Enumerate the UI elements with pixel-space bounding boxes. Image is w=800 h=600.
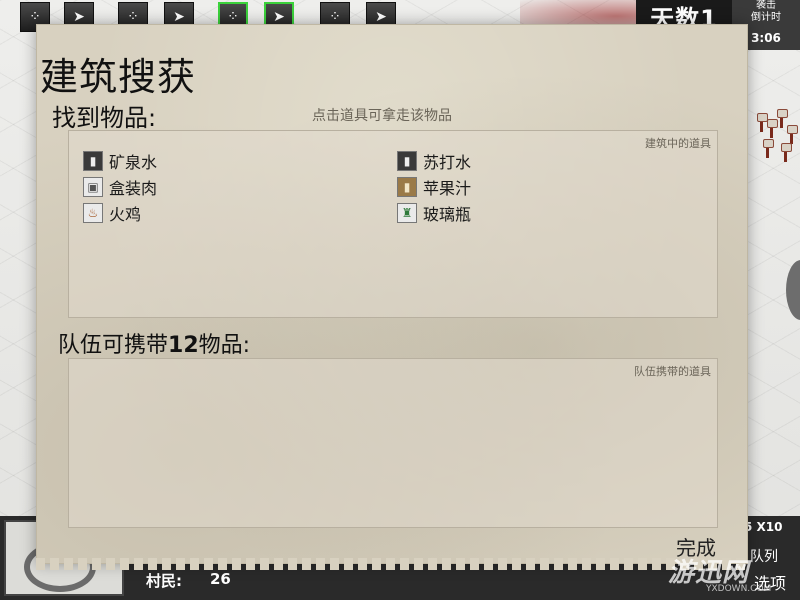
villager-count: 26 xyxy=(210,570,231,588)
team-items-caption: 队伍携带的道具 xyxy=(634,365,711,378)
building-items-caption: 建筑中的道具 xyxy=(645,137,711,150)
loot-item[interactable]: ♜ 玻璃瓶 xyxy=(397,201,471,225)
loot-item[interactable]: ▣ 盒装肉 xyxy=(83,175,157,199)
found-items-label: 找到物品: xyxy=(52,104,157,132)
juice-icon: ▮ xyxy=(397,177,417,197)
carry-count: 12 xyxy=(168,333,199,358)
bottle-icon: ▮ xyxy=(83,151,103,171)
loot-item[interactable]: ♨ 火鸡 xyxy=(83,201,141,225)
item-label: 火鸡 xyxy=(109,205,142,224)
building-items-panel: 建筑中的道具 ▮ 矿泉水 ▮ 苏打水 ▣ 盒装肉 ▮ 苹果汁 ♨ 火鸡 ♜ 玻璃… xyxy=(68,130,718,318)
loot-item[interactable]: ▮ 矿泉水 xyxy=(83,149,157,173)
dialog-title: 建筑搜获 xyxy=(40,55,197,99)
box-icon: ▣ xyxy=(83,177,103,197)
carry-capacity-label: 队伍可携带12物品: xyxy=(58,327,250,359)
team-items-panel: 队伍携带的道具 xyxy=(68,358,718,528)
item-label: 苹果汁 xyxy=(423,179,472,198)
torn-edge xyxy=(36,558,748,570)
villager-label: 村民: xyxy=(146,572,182,590)
building-loot-dialog: 建筑搜获 找到物品: 点击道具可拿走该物品 建筑中的道具 ▮ 矿泉水 ▮ 苏打水… xyxy=(36,24,748,570)
item-label: 盒装肉 xyxy=(109,179,158,198)
turkey-icon: ♨ xyxy=(83,203,103,223)
loot-item[interactable]: ▮ 苹果汁 xyxy=(397,175,471,199)
watermark-sub: YXDOWN.COM xyxy=(706,584,772,594)
raid-label-countdown: 倒计时 xyxy=(751,12,781,23)
item-label: 矿泉水 xyxy=(109,153,158,172)
glass-bottle-icon: ♜ xyxy=(397,203,417,223)
tree-cluster xyxy=(756,100,800,170)
bottle-icon: ▮ xyxy=(397,151,417,171)
raid-label: 袭击 xyxy=(756,0,776,11)
item-label: 玻璃瓶 xyxy=(423,205,472,224)
carry-suffix: 物品: xyxy=(198,333,251,358)
speed-control[interactable]: 5 X10 xyxy=(744,520,782,534)
take-item-hint: 点击道具可拿走该物品 xyxy=(312,108,452,124)
item-label: 苏打水 xyxy=(423,153,472,172)
loot-item[interactable]: ▮ 苏打水 xyxy=(397,149,471,173)
queue-button[interactable]: 队列 xyxy=(750,546,778,566)
carry-prefix: 队伍可携带 xyxy=(58,333,169,358)
